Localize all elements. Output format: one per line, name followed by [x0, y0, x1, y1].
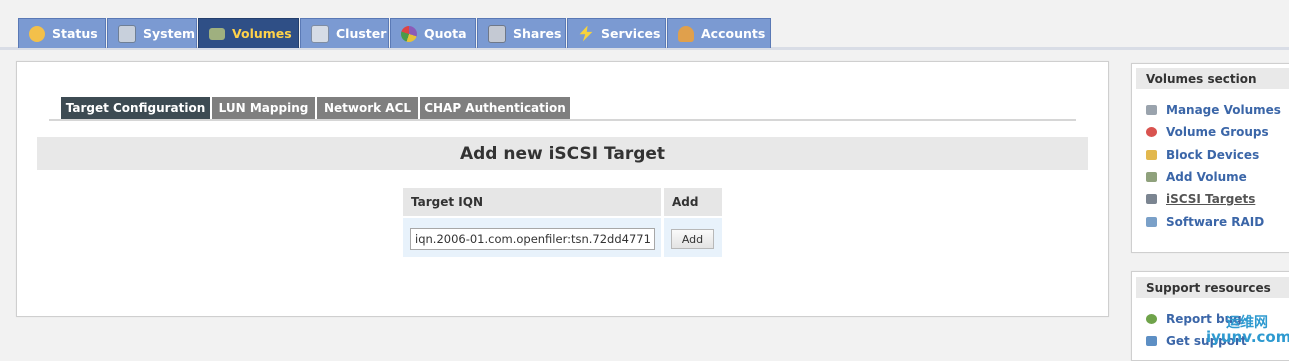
sidebar-item-manage-volumes[interactable]: Manage Volumes	[1146, 101, 1281, 119]
volumes-icon	[209, 27, 225, 40]
subtab-network-acl[interactable]: Network ACL	[317, 97, 419, 119]
services-icon	[579, 25, 593, 42]
accounts-icon	[678, 25, 694, 42]
status-icon	[29, 25, 45, 42]
subtab-label: Network ACL	[323, 101, 412, 115]
tab-label: Status	[52, 26, 98, 41]
iscsi-targets-icon	[1146, 194, 1157, 204]
watermark-url: iyunv.com	[1206, 328, 1289, 346]
tab-status[interactable]: Status	[18, 18, 106, 48]
subtab-chap-authentication[interactable]: CHAP Authentication	[420, 97, 570, 119]
volume-groups-icon	[1146, 127, 1157, 137]
sidebar-item-label: Manage Volumes	[1166, 103, 1281, 117]
add-target-button[interactable]: Add	[671, 229, 714, 249]
subtab-target-configuration[interactable]: Target Configuration	[61, 97, 211, 119]
tab-system[interactable]: System	[107, 18, 197, 48]
tab-volumes[interactable]: Volumes	[198, 18, 299, 48]
support-icon	[1146, 336, 1157, 346]
tab-services[interactable]: Services	[567, 18, 666, 48]
sidebar-heading: Support resources	[1146, 280, 1271, 295]
subtab-label: Target Configuration	[65, 101, 206, 115]
column-header-label: Add	[672, 195, 699, 209]
tab-label: System	[143, 26, 196, 41]
subtab-label: LUN Mapping	[218, 101, 309, 115]
tab-shares[interactable]: Shares	[477, 18, 566, 48]
column-header-label: Target IQN	[411, 195, 484, 209]
software-raid-icon	[1146, 217, 1157, 227]
support-section-title: Support resources	[1136, 277, 1289, 298]
add-volume-icon	[1146, 172, 1157, 182]
sidebar-item-volume-groups[interactable]: Volume Groups	[1146, 123, 1269, 141]
tab-label: Quota	[424, 26, 467, 41]
column-header-target-iqn: Target IQN	[403, 188, 661, 216]
tab-label: Volumes	[232, 26, 292, 41]
section-heading: Add new iSCSI Target	[37, 137, 1088, 170]
system-icon	[118, 24, 136, 43]
column-header-add: Add	[664, 188, 722, 216]
volumes-section-title: Volumes section	[1136, 68, 1289, 89]
page-title: Add new iSCSI Target	[459, 143, 666, 164]
block-devices-icon	[1146, 150, 1157, 160]
sidebar-item-label: iSCSI Targets	[1166, 192, 1256, 206]
sidebar-item-label: Software RAID	[1166, 215, 1265, 229]
tab-label: Accounts	[701, 26, 766, 41]
tab-label: Services	[601, 26, 661, 41]
sidebar-heading: Volumes section	[1146, 71, 1257, 86]
sidebar-item-software-raid[interactable]: Software RAID	[1146, 213, 1264, 231]
tab-quota[interactable]: Quota	[390, 18, 476, 48]
tab-label: Shares	[513, 26, 562, 41]
tab-cluster[interactable]: Cluster	[300, 18, 389, 48]
sidebar-item-block-devices[interactable]: Block Devices	[1146, 146, 1259, 164]
subtab-label: CHAP Authentication	[424, 101, 566, 115]
bug-icon	[1146, 314, 1157, 324]
sidebar-item-label: Volume Groups	[1166, 125, 1269, 139]
cluster-icon	[311, 24, 329, 43]
target-iqn-input[interactable]	[410, 228, 655, 250]
sidebar-item-add-volume[interactable]: Add Volume	[1146, 168, 1247, 186]
sidebar-item-label: Add Volume	[1166, 170, 1247, 184]
sidebar-item-iscsi-targets[interactable]: iSCSI Targets	[1146, 190, 1255, 208]
sidebar-item-label: Block Devices	[1166, 148, 1260, 162]
tab-label: Cluster	[336, 26, 387, 41]
subtab-divider	[49, 119, 1076, 121]
manage-volumes-icon	[1146, 105, 1157, 115]
tab-accounts[interactable]: Accounts	[667, 18, 771, 48]
quota-icon	[401, 25, 417, 42]
shares-icon	[488, 24, 506, 43]
subtab-lun-mapping[interactable]: LUN Mapping	[212, 97, 316, 119]
